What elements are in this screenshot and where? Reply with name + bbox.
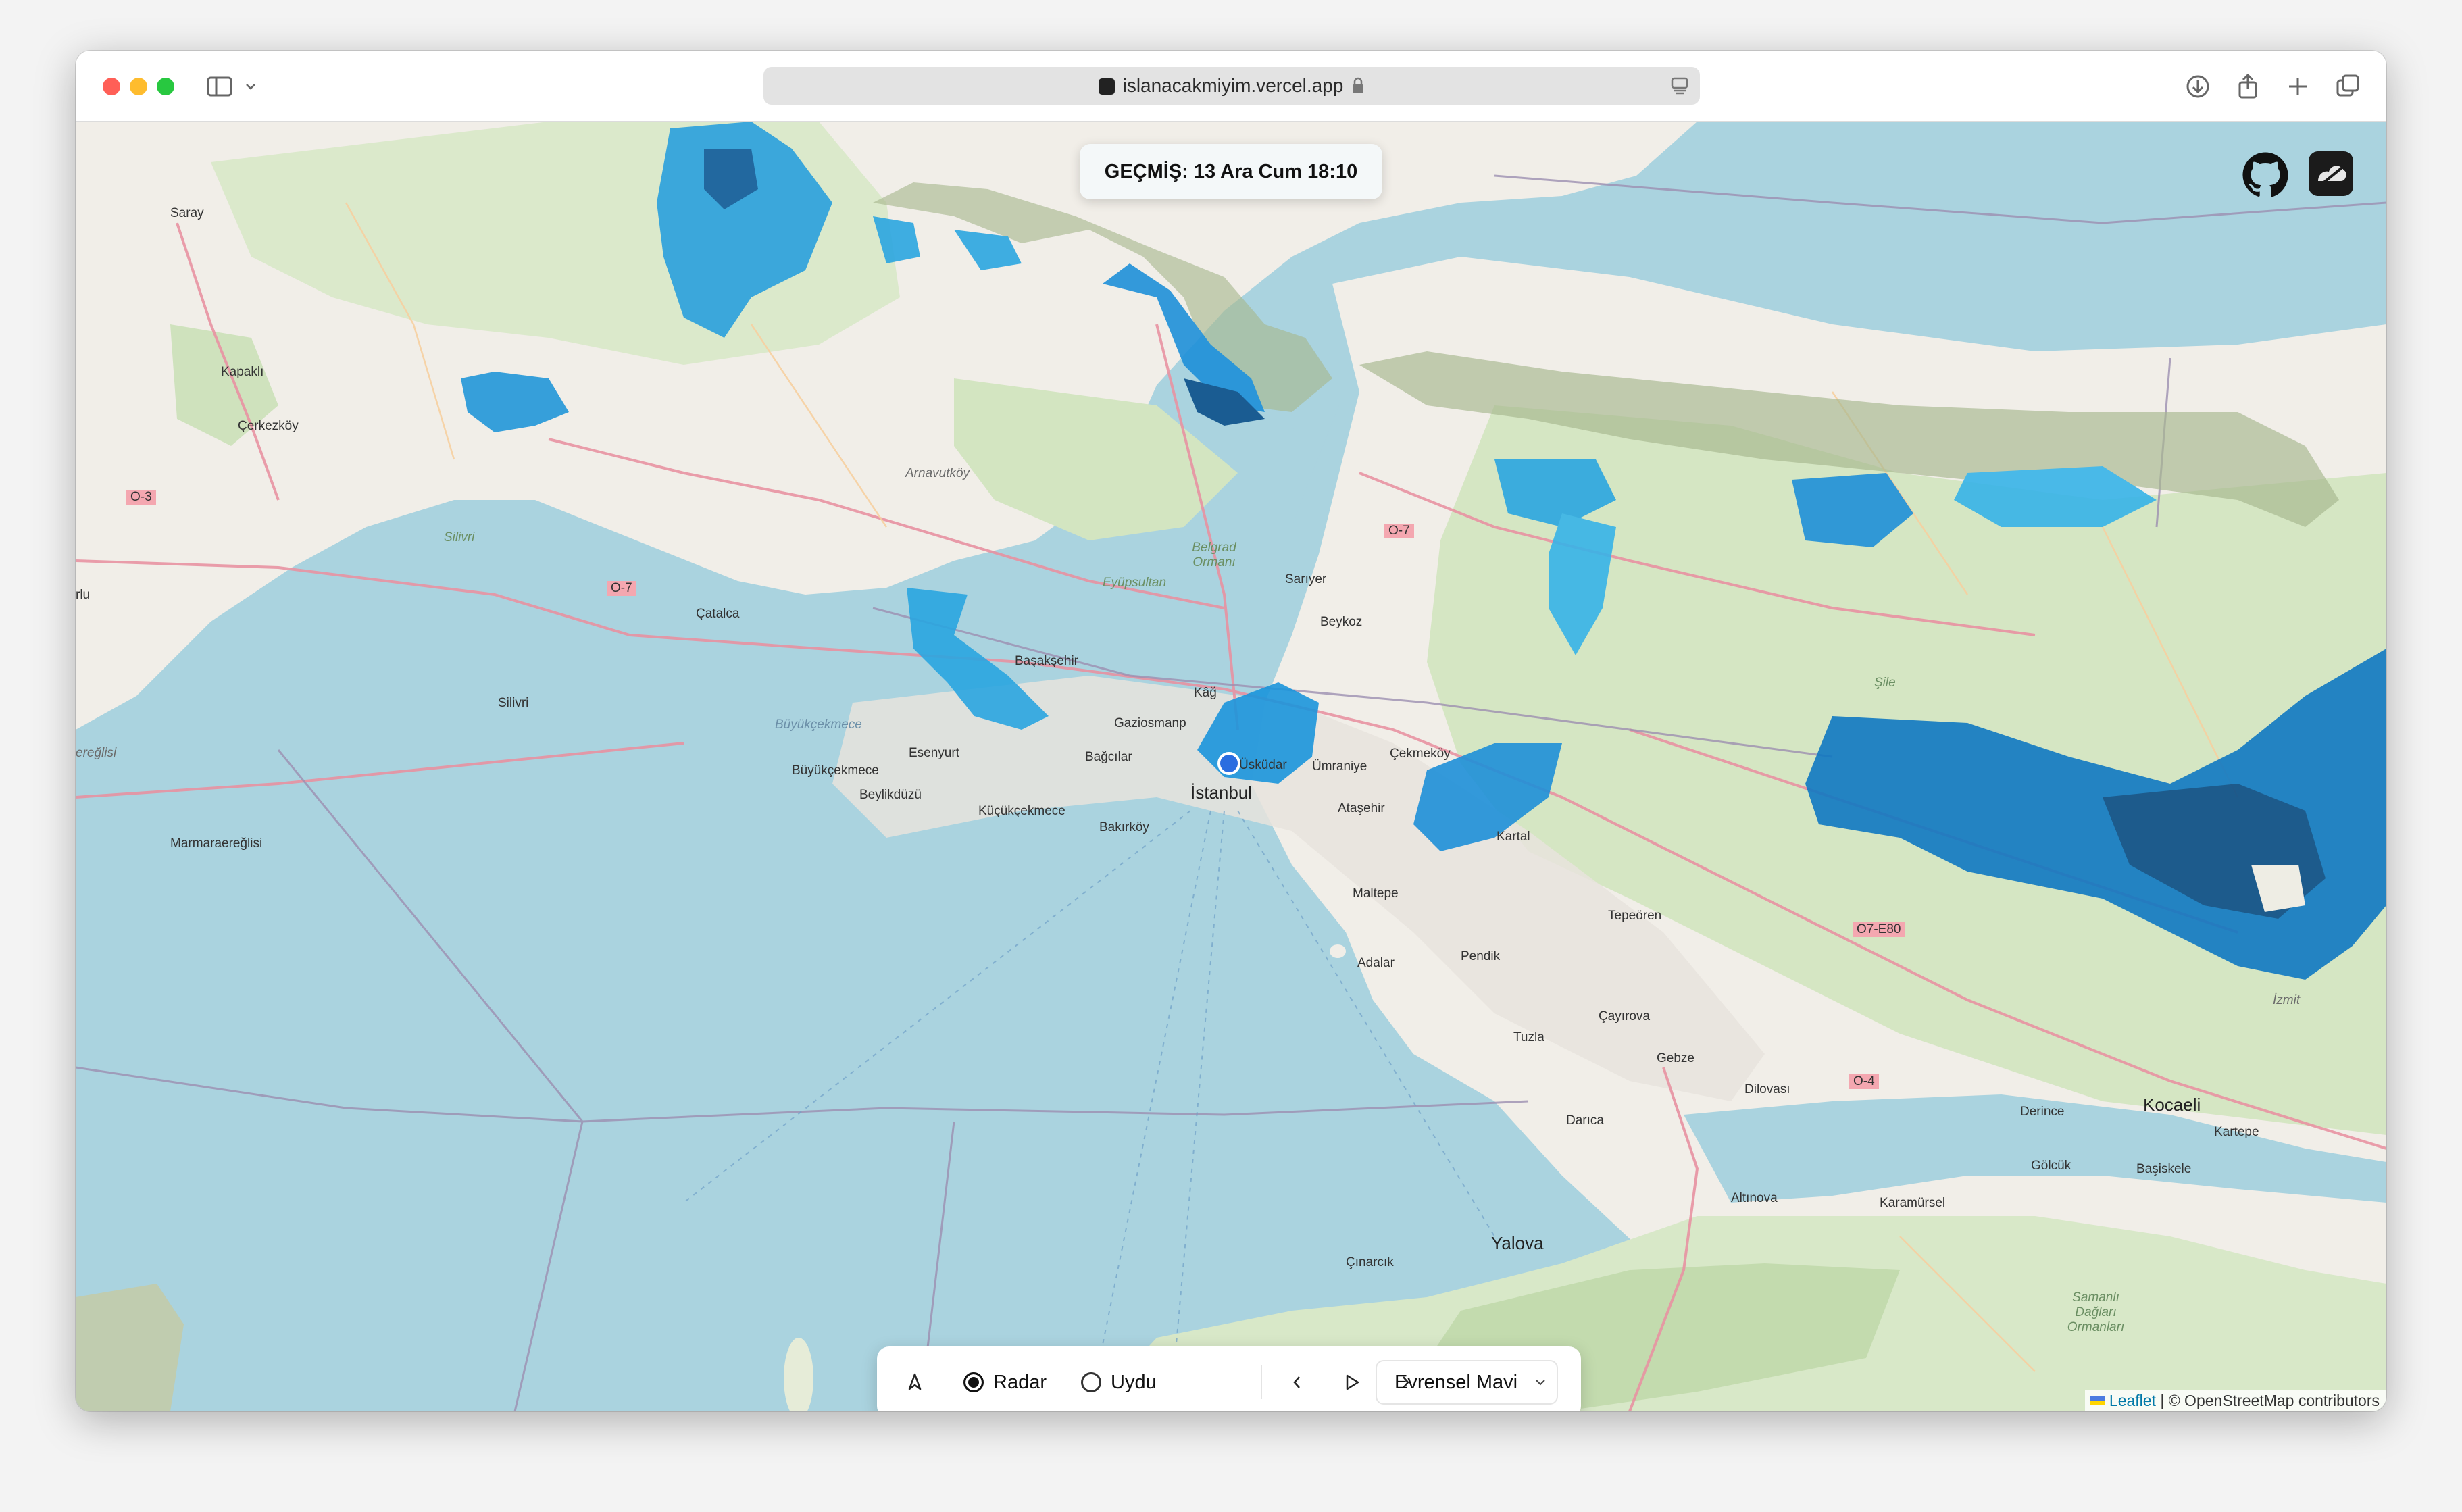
color-scheme-select[interactable]: Evrensel Mavi xyxy=(1376,1360,1558,1405)
url-text: islanacakmiyim.vercel.app xyxy=(1122,75,1344,96)
map-label-kartepe: Kartepe xyxy=(2214,1125,2259,1139)
minimize-window-button[interactable] xyxy=(130,78,147,95)
chevron-down-icon xyxy=(1536,1380,1545,1386)
download-icon[interactable] xyxy=(2184,72,2212,101)
location-marker[interactable] xyxy=(1217,752,1240,775)
map-label-kartal: Kartal xyxy=(1497,830,1530,844)
maximize-window-button[interactable] xyxy=(157,78,174,95)
map-label-istanbul: İstanbul xyxy=(1190,782,1253,803)
radio-uydu[interactable]: Uydu xyxy=(1081,1346,1157,1411)
map-label-golcuk: Gölcük xyxy=(2031,1159,2071,1173)
map-label-dilovasi: Dilovası xyxy=(1744,1082,1790,1097)
locate-button[interactable] xyxy=(904,1346,926,1411)
play-button[interactable] xyxy=(1342,1346,1362,1411)
map-label-buyukcekmece-lake: Büyükçekmece xyxy=(775,717,862,732)
map-label-arnavutkoy: Arnavutköy xyxy=(905,466,970,480)
map-tiles xyxy=(76,122,2386,1411)
map-label-pendik: Pendik xyxy=(1461,949,1501,963)
map-label-atasehir: Ataşehir xyxy=(1338,801,1385,815)
map-label-sile: Şile xyxy=(1874,676,1896,690)
map-label-eyupsultan: Eyüpsultan xyxy=(1103,576,1167,590)
map-label-cekmekoy: Çekmeköy xyxy=(1390,747,1451,761)
map-label-cayirova: Çayırova xyxy=(1599,1009,1651,1024)
lock-icon xyxy=(1353,77,1364,93)
map-label-silivri-district: Silivri xyxy=(444,530,475,545)
map-label-silivri: Silivri xyxy=(498,696,529,710)
map-label-saray: Saray xyxy=(170,206,204,220)
map-label-belgrad: Belgrad Ormanı xyxy=(1192,540,1236,570)
map-label-maltepe: Maltepe xyxy=(1353,886,1399,901)
reader-icon[interactable] xyxy=(1670,76,1689,95)
radio-uydu-label: Uydu xyxy=(1111,1371,1157,1393)
map-label-bakirkoy: Bakırköy xyxy=(1099,820,1149,834)
map-label-buyukcekmece: Büyükçekmece xyxy=(792,763,879,778)
chevron-down-icon[interactable] xyxy=(243,72,258,101)
osm-attribution[interactable]: | © OpenStreetMap contributors xyxy=(2160,1392,2380,1409)
map-label-o4: O-4 xyxy=(1849,1074,1879,1089)
radio-radar-label: Radar xyxy=(993,1371,1047,1393)
playback-controls: Radar Uydu Evrensel Mavi xyxy=(877,1346,1581,1411)
map-label-derince: Derince xyxy=(2020,1105,2065,1119)
sidebar-icon[interactable] xyxy=(205,72,234,101)
map-label-basiskele: Başiskele xyxy=(2136,1162,2192,1176)
map-label-arlu: rlu xyxy=(76,588,91,602)
plus-icon[interactable] xyxy=(2284,72,2312,101)
map-label-kucukcekmece: Küçükçekmece xyxy=(978,804,1065,818)
map-label-o7-west: O-7 xyxy=(607,581,636,596)
map-label-cerkezkoy: Çerkezköy xyxy=(238,419,299,433)
github-icon[interactable] xyxy=(2242,151,2289,199)
radio-uydu-indicator[interactable] xyxy=(1081,1372,1101,1392)
map-label-o7-e80: O7-E80 xyxy=(1853,922,1905,937)
play-icon xyxy=(1346,1374,1359,1390)
address-bar[interactable]: islanacakmiyim.vercel.app xyxy=(763,67,1700,105)
map-label-ereglisi: ereğlisi xyxy=(76,746,117,760)
chevron-left-icon xyxy=(1293,1376,1300,1388)
map-label-altinova: Altınova xyxy=(1731,1191,1778,1205)
map-label-kocaeli: Kocaeli xyxy=(2143,1094,2201,1115)
map-label-cinarcik: Çınarcık xyxy=(1346,1255,1394,1269)
map-label-darica: Darıca xyxy=(1566,1113,1604,1128)
browser-window: islanacakmiyim.vercel.app Saray Kapaklı … xyxy=(76,51,2386,1411)
map-label-beylikduzu: Beylikdüzü xyxy=(859,788,922,802)
map-label-uskudar: Üsküdar xyxy=(1239,758,1287,772)
map-label-izmit: İzmit xyxy=(2273,993,2301,1007)
radio-radar[interactable]: Radar xyxy=(963,1346,1047,1411)
map-label-kapakli: Kapaklı xyxy=(221,365,264,379)
timestamp-pill: GEÇMİŞ: 13 Ara Cum 18:10 xyxy=(1080,144,1382,199)
map-label-yalova: Yalova xyxy=(1491,1233,1544,1253)
location-icon xyxy=(908,1373,922,1390)
share-icon[interactable] xyxy=(2234,72,2262,101)
ukraine-flag-icon xyxy=(2090,1396,2105,1405)
map-label-basaksehir: Başakşehir xyxy=(1015,654,1078,668)
site-favicon xyxy=(1098,78,1115,95)
map-label-esenyurt: Esenyurt xyxy=(909,746,959,760)
map-label-bagcilar: Bağcılar xyxy=(1085,750,1132,764)
map-label-marmaraereglisi: Marmaraereğlisi xyxy=(170,836,263,851)
map-label-gaziosmanpasa: Gaziosmanp xyxy=(1114,716,1186,730)
map-view[interactable]: Saray Kapaklı Çerkezköy O-3 Silivri O-7 … xyxy=(76,122,2386,1411)
app-logo-icon[interactable] xyxy=(2309,151,2353,196)
map-label-adalar: Adalar xyxy=(1357,956,1395,970)
map-label-samanli: Samanlı Dağları Ormanları xyxy=(2067,1290,2125,1334)
map-label-tepeoren: Tepeören xyxy=(1608,909,1662,923)
map-label-sariyer: Sarıyer xyxy=(1285,572,1327,586)
map-label-kagithane: Kâğ xyxy=(1194,686,1217,700)
map-label-o3: O-3 xyxy=(126,490,156,505)
map-label-catalca: Çatalca xyxy=(696,607,740,621)
tabs-icon[interactable] xyxy=(2334,72,2362,101)
map-label-karamursel: Karamürsel xyxy=(1880,1196,1946,1210)
close-window-button[interactable] xyxy=(103,78,120,95)
map-label-tuzla: Tuzla xyxy=(1513,1030,1544,1044)
leaflet-link[interactable]: Leaflet xyxy=(2109,1392,2156,1409)
map-label-o7-east: O-7 xyxy=(1384,524,1414,538)
browser-toolbar: islanacakmiyim.vercel.app xyxy=(76,51,2386,122)
color-scheme-value: Evrensel Mavi xyxy=(1395,1371,1518,1393)
controls-divider xyxy=(1261,1365,1262,1399)
map-label-beykoz: Beykoz xyxy=(1320,615,1363,629)
radio-radar-indicator[interactable] xyxy=(963,1372,984,1392)
map-label-gebze: Gebze xyxy=(1657,1051,1694,1065)
previous-frame-button[interactable] xyxy=(1289,1346,1305,1411)
map-attribution: Leaflet | © OpenStreetMap contributors xyxy=(2084,1390,2386,1411)
map-label-umraniye: Ümraniye xyxy=(1312,759,1367,774)
